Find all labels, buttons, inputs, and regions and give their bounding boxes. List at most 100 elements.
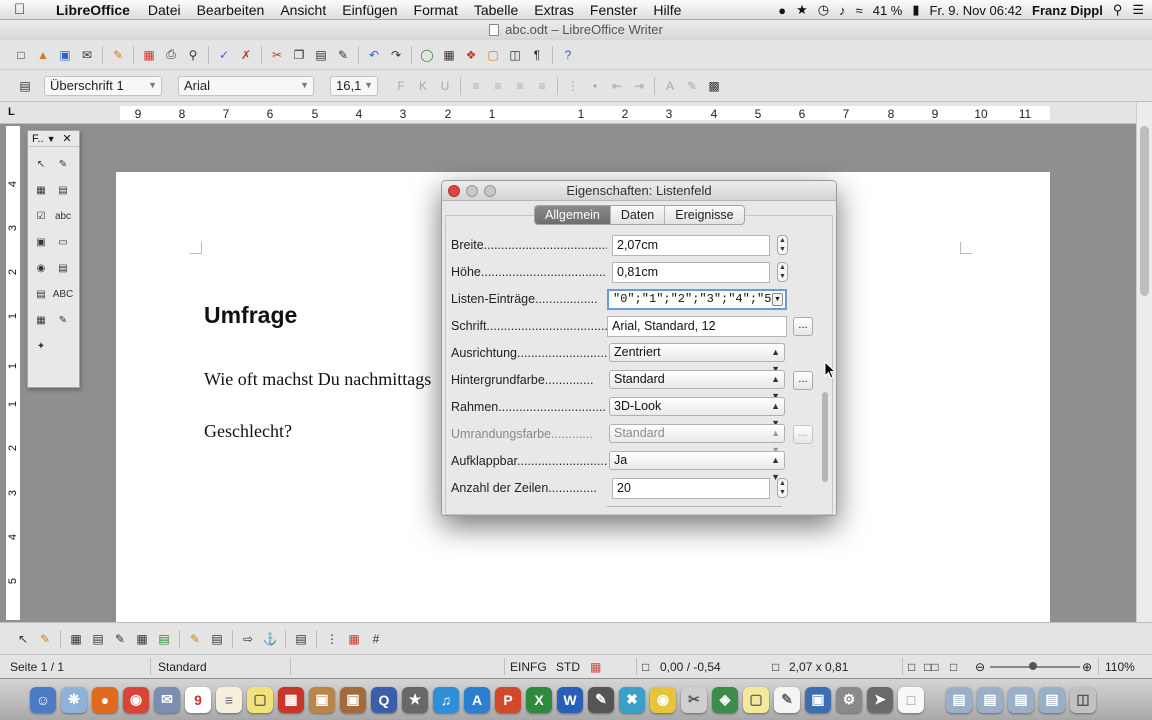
compass-icon[interactable]: ➤ [867, 686, 893, 713]
list-entries-field[interactable]: "0";"1";"2";"3";"4";"5";"6";"7" [607, 289, 787, 310]
vertical-ruler[interactable]: 4 3 2 1 1 1 2 3 4 5 [6, 126, 20, 620]
control-properties-icon[interactable]: ▦ [32, 181, 50, 199]
firefox-icon[interactable]: ● [92, 686, 118, 713]
wizards-icon[interactable]: ✦ [32, 337, 50, 355]
powerpoint-icon[interactable]: P [495, 686, 521, 713]
undo-icon[interactable]: ↶ [365, 46, 383, 64]
justify-icon[interactable]: ≡ [533, 77, 551, 95]
show-draw-functions-icon[interactable]: ❖ [462, 46, 480, 64]
object-position[interactable]: 0,00 / -0,54 [660, 660, 721, 674]
notes-icon[interactable]: ≡ [216, 686, 242, 713]
paragraph-style-combo[interactable]: Überschrift 1 ▼ [44, 75, 162, 96]
scrollbar-thumb[interactable] [1140, 126, 1149, 296]
page-style[interactable]: Standard [158, 660, 207, 674]
insert-mode[interactable]: EINFG [510, 660, 547, 674]
label-control-icon[interactable]: ▣ [32, 233, 50, 251]
select-pointer-icon[interactable]: ↖ [14, 630, 32, 648]
underline-icon[interactable]: U [436, 77, 454, 95]
close-button[interactable] [448, 185, 460, 197]
position-and-size-icon[interactable]: ⇨ [239, 630, 257, 648]
menu-format[interactable]: Format [414, 2, 458, 18]
open-in-design-mode-icon[interactable]: ✎ [186, 630, 204, 648]
pen-tool-icon[interactable]: ✎ [588, 686, 614, 713]
align-center-icon[interactable]: ≡ [489, 77, 507, 95]
dropdown-select[interactable]: Ja ▲ ▼ [609, 451, 785, 482]
list-entries-dropdown-icon[interactable]: ▼ [772, 293, 783, 306]
alignment-select[interactable]: Zentriert ▲ ▼ [609, 343, 785, 374]
stickies-icon[interactable]: ▢ [247, 686, 273, 713]
textedit-icon[interactable]: ✎ [774, 686, 800, 713]
form-properties-icon[interactable]: ▤ [54, 181, 72, 199]
styles-formatting-icon[interactable]: ▤ [16, 77, 34, 95]
menu-datei[interactable]: Datei [148, 2, 181, 18]
add-field-icon[interactable]: ▦ [133, 630, 151, 648]
spotlight-search-icon[interactable]: ⚲ [1113, 2, 1123, 18]
checkbox-control-icon[interactable]: ☑ [32, 207, 50, 225]
tab-ereignisse[interactable]: Ereignisse [665, 206, 743, 224]
downloads-folder-icon[interactable]: ▤ [1008, 686, 1034, 713]
open-folder-icon[interactable]: ▲ [34, 46, 52, 64]
table-icon[interactable]: ▦ [440, 46, 458, 64]
menu-app-name[interactable]: LibreOffice [56, 2, 130, 18]
option-button-control-icon[interactable]: ◉ [32, 259, 50, 277]
alignment-icon[interactable]: ▤ [292, 630, 310, 648]
font-dots-button[interactable]: ... [793, 317, 813, 336]
numbering-icon[interactable]: ⋮ [564, 77, 582, 95]
combo-box-control-icon[interactable]: ▤ [32, 285, 50, 303]
scrollbar-thumb[interactable] [822, 392, 828, 482]
multi-page-view-icon[interactable]: □□ [924, 660, 939, 674]
more-controls-icon[interactable]: ▦ [32, 311, 50, 329]
chevron-down-icon[interactable]: ▼ [47, 131, 56, 146]
redo-icon[interactable]: ↷ [387, 46, 405, 64]
decrease-indent-icon[interactable]: ⇤ [608, 77, 626, 95]
formatting-marks-icon[interactable]: ¶ [528, 46, 546, 64]
single-page-view-icon[interactable]: □ [908, 660, 915, 674]
print-icon[interactable]: ⎙ [162, 46, 180, 64]
selection-mode[interactable]: STD [556, 660, 580, 674]
user-name[interactable]: Franz Dippl [1032, 3, 1103, 18]
scissors-app-icon[interactable]: ✂ [681, 686, 707, 713]
document-question-1[interactable]: Wie oft machst Du nachmittags [204, 369, 431, 390]
export-pdf-icon[interactable]: ▦ [140, 46, 158, 64]
list-box-control-icon[interactable]: ▤ [54, 259, 72, 277]
italic-icon[interactable]: K [414, 77, 432, 95]
pdf-icon[interactable]: ▦ [278, 686, 304, 713]
excel-icon[interactable]: X [526, 686, 552, 713]
select-pointer-icon[interactable]: ↖ [32, 155, 50, 173]
tab-stop-selector[interactable]: L [8, 106, 15, 118]
quicktime-icon[interactable]: Q [371, 686, 397, 713]
vertical-scrollbar[interactable] [1136, 102, 1152, 622]
clock[interactable]: Fr. 9. Nov 06:42 [930, 3, 1023, 18]
design-mode-icon[interactable]: ✎ [54, 155, 72, 173]
help-icon[interactable]: ? [559, 46, 577, 64]
font-name-combo[interactable]: Arial ▼ [178, 75, 314, 96]
word-icon[interactable]: W [557, 686, 583, 713]
bold-icon[interactable]: F [392, 77, 410, 95]
volume-icon[interactable]: ♪ [839, 3, 846, 18]
zoom-button[interactable] [484, 185, 496, 197]
cut-icon[interactable]: ✂ [268, 46, 286, 64]
document-icon[interactable]: □ [898, 686, 924, 713]
highlighting-icon[interactable]: ✎ [683, 77, 701, 95]
mail-icon[interactable]: ✉ [154, 686, 180, 713]
applications-folder-icon[interactable]: ▤ [946, 686, 972, 713]
document-heading[interactable]: Umfrage [204, 302, 297, 329]
minimize-button[interactable] [466, 185, 478, 197]
increase-indent-icon[interactable]: ⇥ [630, 77, 648, 95]
battery-status[interactable]: 41 % [873, 3, 903, 18]
menu-einfuegen[interactable]: Einfügen [342, 2, 397, 18]
finder-icon[interactable]: ☺ [30, 686, 56, 713]
zoom-level[interactable]: 110% [1105, 660, 1135, 674]
menu-bearbeiten[interactable]: Bearbeiten [197, 2, 265, 18]
bluetooth-icon[interactable]: ★ [796, 2, 808, 18]
close-icon[interactable]: ✕ [63, 131, 72, 146]
automatic-control-focus-icon[interactable]: ▤ [208, 630, 226, 648]
apple-icon[interactable]:  [14, 1, 36, 18]
form-design-icon[interactable]: ✎ [54, 311, 72, 329]
guides-when-moving-icon[interactable]: # [367, 630, 385, 648]
clone-formatting-icon[interactable]: ✎ [334, 46, 352, 64]
wifi-icon[interactable]: ≈ [856, 3, 863, 18]
send-mail-icon[interactable]: ✉ [78, 46, 96, 64]
spellcheck-icon[interactable]: ✓ [215, 46, 233, 64]
document-question-2[interactable]: Geschlecht? [204, 421, 292, 442]
